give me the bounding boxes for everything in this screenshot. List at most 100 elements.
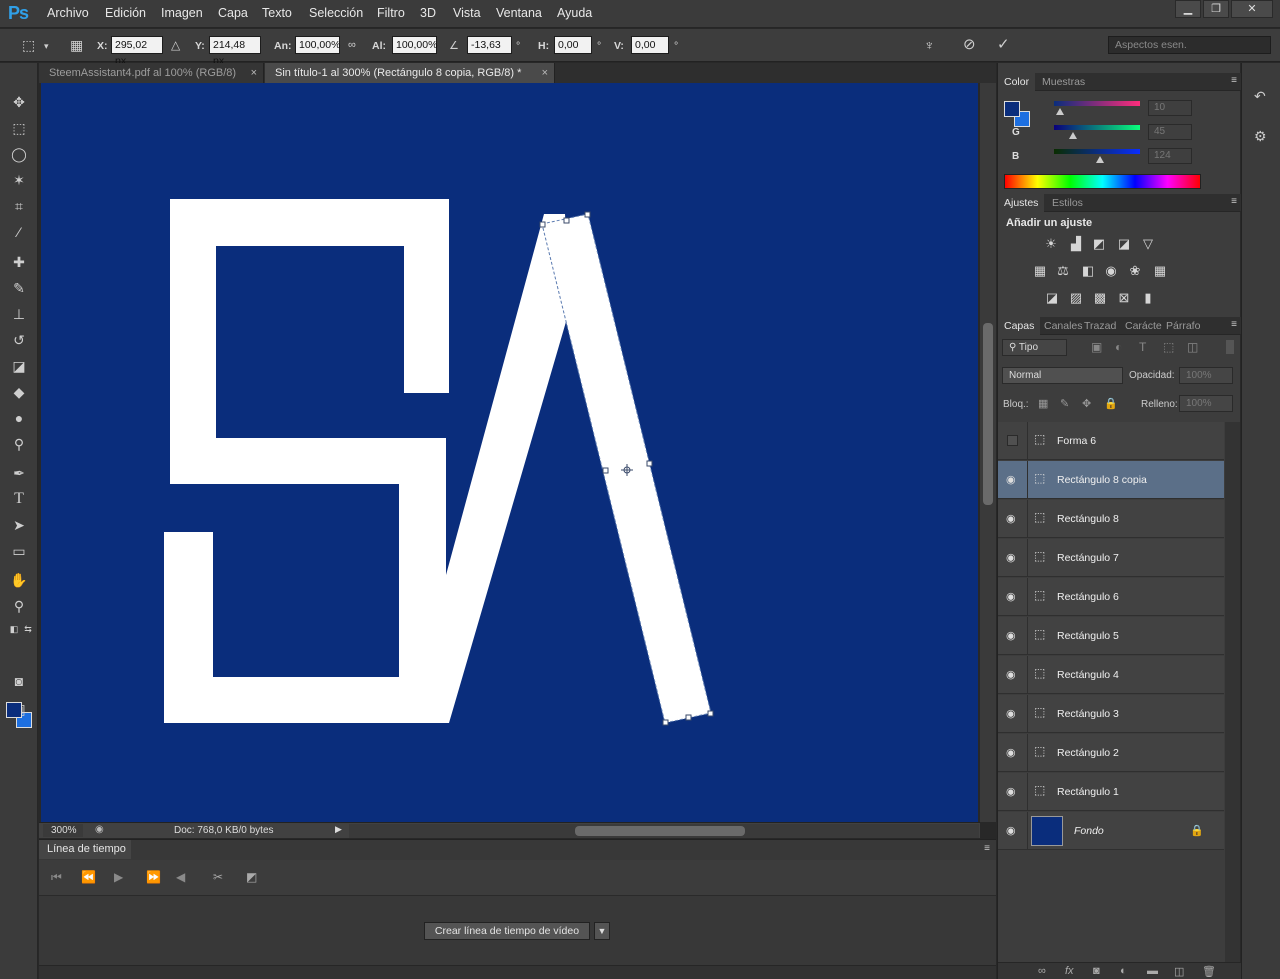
tab-capas[interactable]: Capas <box>998 317 1041 335</box>
lock-transparent-icon[interactable]: ▦ <box>1038 397 1048 410</box>
swap-colors-icon[interactable]: ⇆ <box>18 619 38 639</box>
menu-texto[interactable]: Texto <box>262 6 292 20</box>
doc-tab-sin-titulo[interactable]: Sin título-1 al 300% (Rectángulo 8 copia… <box>265 63 555 83</box>
color-lookup-icon[interactable]: ▦ <box>1151 263 1169 279</box>
reference-point-icon[interactable]: ▦ <box>70 37 83 54</box>
vskew-field[interactable]: 0,00 <box>631 36 669 54</box>
previous-frame-icon[interactable]: ⏪ <box>81 870 96 884</box>
adjustments-panel-menu-icon[interactable]: ≡ <box>1231 196 1237 207</box>
menu-edicion[interactable]: Edición <box>105 6 146 20</box>
black-white-icon[interactable]: ◧ <box>1079 263 1097 279</box>
pen-tool-icon[interactable]: ✒ <box>9 463 29 483</box>
brightness-contrast-icon[interactable]: ☀ <box>1042 236 1060 252</box>
hskew-field[interactable]: 0,00 <box>554 36 592 54</box>
workspace-select[interactable]: Aspectos esen. <box>1108 36 1271 54</box>
canvas-horizontal-scrollbar[interactable] <box>349 824 979 838</box>
timeline-menu-icon[interactable]: ≡ <box>984 843 990 854</box>
height-field[interactable]: 100,00% <box>392 36 437 54</box>
layer-row-rectangulo-4[interactable]: ◉ ⬚ Rectángulo 4 <box>998 656 1224 694</box>
menu-archivo[interactable]: Archivo <box>47 6 89 20</box>
lock-image-icon[interactable]: ✎ <box>1060 397 1069 410</box>
filter-smart-object-icon[interactable]: ◫ <box>1187 340 1198 354</box>
layer-row-rectangulo-7[interactable]: ◉ ⬚ Rectángulo 7 <box>998 539 1224 577</box>
quick-mask-icon[interactable]: ◙ <box>9 671 29 691</box>
layers-panel-menu-icon[interactable]: ≡ <box>1231 319 1237 330</box>
restore-button[interactable]: ❐ <box>1203 0 1229 18</box>
lasso-tool-icon[interactable]: ◯ <box>9 144 29 164</box>
curves-icon[interactable]: ◩ <box>1090 236 1108 252</box>
layer-row-rectangulo-6[interactable]: ◉ ⬚ Rectángulo 6 <box>998 578 1224 616</box>
x-position-field[interactable]: 295,02 px <box>111 36 163 67</box>
commit-transform-icon[interactable]: ✓ <box>997 35 1010 53</box>
clone-stamp-tool-icon[interactable]: ⊥ <box>9 304 29 324</box>
eye-icon[interactable]: ◉ <box>1006 551 1016 564</box>
blur-tool-icon[interactable]: ● <box>9 408 29 428</box>
blue-slider-knob[interactable] <box>1096 156 1104 163</box>
blue-slider[interactable] <box>1054 149 1140 154</box>
invert-icon[interactable]: ◪ <box>1043 290 1061 306</box>
timeline-tab[interactable]: Línea de tiempo <box>39 840 131 859</box>
eye-icon[interactable]: ◉ <box>1006 629 1016 642</box>
play-icon[interactable]: ▶ <box>114 870 123 884</box>
eye-icon[interactable]: ◉ <box>1006 707 1016 720</box>
paint-bucket-tool-icon[interactable]: ◆ <box>9 382 29 402</box>
hue-saturation-icon[interactable]: ▦ <box>1031 263 1049 279</box>
tab-trazados[interactable]: Trazad <box>1078 317 1122 335</box>
fill-field[interactable]: 100% <box>1179 395 1233 412</box>
eye-icon[interactable]: ◉ <box>1006 746 1016 759</box>
crop-tool-icon[interactable]: ⌗ <box>9 196 29 216</box>
eye-icon[interactable]: ◉ <box>1006 785 1016 798</box>
color-panel-menu-icon[interactable]: ≡ <box>1231 75 1237 86</box>
lock-all-icon[interactable]: 🔒 <box>1104 397 1118 410</box>
filter-pixel-icon[interactable]: ▣ <box>1091 340 1102 354</box>
red-slider-knob[interactable] <box>1056 108 1064 115</box>
tab-estilos[interactable]: Estilos <box>1046 194 1089 212</box>
path-selection-tool-icon[interactable]: ➤ <box>9 515 29 535</box>
blue-value-field[interactable]: 124 <box>1148 148 1192 164</box>
zoom-tool-icon[interactable]: ⚲ <box>9 596 29 616</box>
green-slider[interactable] <box>1054 125 1140 130</box>
green-value-field[interactable]: 45 <box>1148 124 1192 140</box>
panel-foreground-swatch[interactable] <box>1004 101 1020 117</box>
close-window-button[interactable]: ✕ <box>1231 0 1273 18</box>
split-icon[interactable]: ✂ <box>213 870 223 884</box>
cancel-transform-icon[interactable]: ⊘ <box>963 35 976 53</box>
doc-tab-steemassistant[interactable]: SteemAssistant4.pdf al 100% (RGB/8) × <box>39 63 264 83</box>
layer-filter-select[interactable]: ⚲ Tipo <box>1002 339 1067 356</box>
gradient-map-icon[interactable]: ▮ <box>1139 290 1157 306</box>
photo-filter-icon[interactable]: ◉ <box>1102 263 1120 279</box>
tab-parrafo[interactable]: Párrafo <box>1160 317 1206 335</box>
menu-vista[interactable]: Vista <box>453 6 481 20</box>
threshold-icon[interactable]: ▩ <box>1091 290 1109 306</box>
color-balance-icon[interactable]: ⚖ <box>1054 263 1072 279</box>
tab-color[interactable]: Color <box>998 73 1036 91</box>
lock-position-icon[interactable]: ✥ <box>1082 397 1091 410</box>
selective-color-icon[interactable]: ⊠ <box>1115 290 1133 306</box>
filter-type-icon[interactable]: T <box>1139 340 1146 354</box>
red-slider[interactable] <box>1054 101 1140 106</box>
status-menu-arrow-icon[interactable]: ▶ <box>335 824 342 835</box>
filter-shape-icon[interactable]: ⬚ <box>1163 340 1174 354</box>
history-brush-tool-icon[interactable]: ↺ <box>9 330 29 350</box>
minimize-button[interactable]: ▁ <box>1175 0 1201 18</box>
layer-row-rectangulo-5[interactable]: ◉ ⬚ Rectángulo 5 <box>998 617 1224 655</box>
foreground-color-swatch[interactable] <box>6 702 22 718</box>
new-group-icon[interactable]: ▬ <box>1147 965 1158 977</box>
audio-icon[interactable]: ◀ <box>176 870 185 884</box>
link-icon[interactable]: ∞ <box>348 39 356 51</box>
exposure-icon[interactable]: ◪ <box>1115 236 1133 252</box>
blend-mode-select[interactable]: Normal <box>1002 367 1123 384</box>
layer-row-fondo[interactable]: ◉ Fondo 🔒 <box>998 812 1224 850</box>
eye-icon[interactable]: ◉ <box>1006 473 1016 486</box>
menu-3d[interactable]: 3D <box>420 6 436 20</box>
create-video-timeline-button[interactable]: Crear línea de tiempo de vídeo <box>424 922 590 940</box>
link-layers-icon[interactable]: ∞ <box>1038 965 1046 977</box>
opacity-field[interactable]: 100% <box>1179 367 1233 384</box>
next-frame-icon[interactable]: ⏩ <box>146 870 161 884</box>
vibrance-icon[interactable]: ▽ <box>1139 236 1157 252</box>
y-position-field[interactable]: 214,48 px <box>209 36 261 67</box>
eye-icon[interactable]: ◉ <box>1006 668 1016 681</box>
transition-icon[interactable]: ◩ <box>246 870 257 884</box>
first-frame-icon[interactable]: ⏮ <box>51 870 62 885</box>
eraser-tool-icon[interactable]: ◪ <box>9 356 29 376</box>
